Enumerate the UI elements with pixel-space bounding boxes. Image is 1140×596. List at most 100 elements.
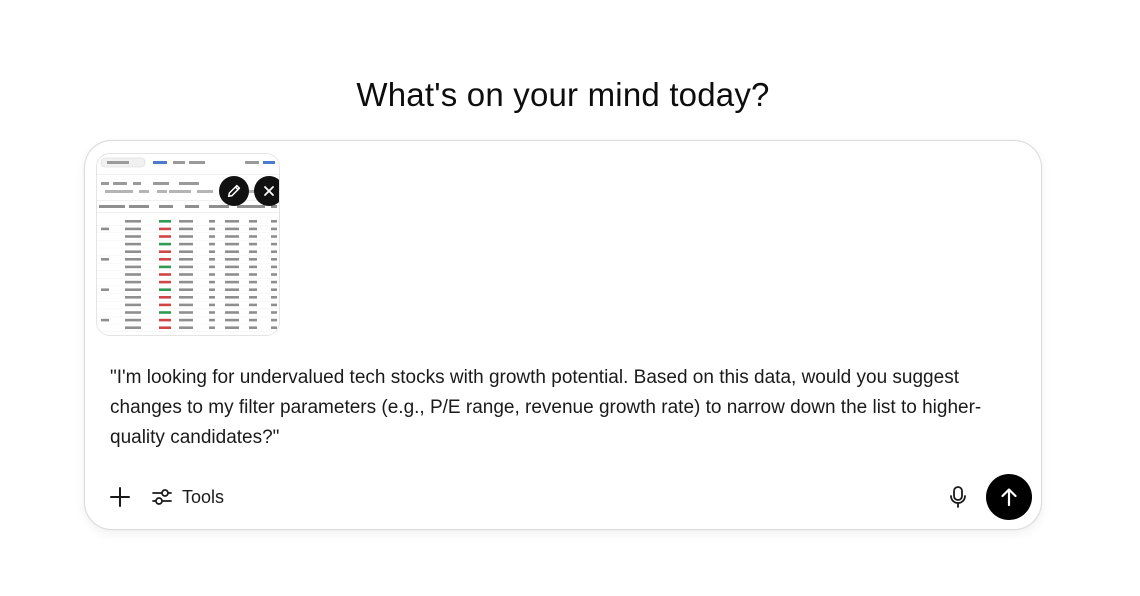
thumbnail-cell [125, 303, 141, 307]
thumbnail-cell [179, 265, 193, 269]
thumbnail-cell [249, 280, 257, 284]
thumbnail-cell [179, 235, 193, 238]
thumbnail-cell [271, 235, 277, 238]
thumbnail-cell [225, 220, 239, 223]
thumbnail-cell [159, 311, 171, 314]
thumbnail-cell [125, 227, 141, 231]
edit-attachment-button[interactable] [219, 176, 249, 206]
thumbnail-cell [271, 273, 277, 276]
thumbnail-cell [209, 303, 215, 307]
thumbnail-cell [159, 227, 171, 231]
thumbnail-cell [271, 250, 277, 253]
thumbnail-cell [209, 220, 215, 223]
thumbnail-cell [225, 296, 239, 299]
thumbnail-cell [209, 288, 215, 291]
thumbnail-cell [249, 235, 257, 238]
thumbnail-cell [179, 311, 193, 314]
thumbnail-cell [209, 273, 215, 276]
thumbnail-cell [179, 296, 193, 299]
thumbnail-cell [179, 280, 193, 284]
thumbnail-cell [101, 227, 109, 231]
page: What's on your mind today? "I'm looking … [0, 0, 1140, 596]
thumbnail-cell [249, 242, 257, 246]
thumbnail-cell [271, 265, 277, 269]
thumbnail-cell [125, 318, 141, 322]
thumbnail-cell [225, 326, 239, 329]
thumbnail-cell [179, 303, 193, 307]
thumbnail-cell [209, 265, 215, 269]
thumbnail-cell [209, 326, 215, 329]
sliders-icon [152, 489, 172, 505]
add-attachment-button[interactable] [105, 482, 135, 512]
thumbnail-cell [125, 242, 141, 246]
thumbnail-cell [125, 235, 141, 238]
thumbnail-cell [159, 303, 171, 307]
thumbnail-cell [271, 288, 277, 291]
thumbnail-cell [101, 318, 109, 322]
thumbnail-cell [125, 326, 141, 329]
thumbnail-cell [125, 258, 141, 261]
thumbnail-cell [209, 250, 215, 253]
thumbnail-cell [159, 288, 171, 291]
thumbnail-cell [271, 220, 277, 223]
arrow-up-icon [1001, 488, 1017, 507]
thumbnail-cell [125, 280, 141, 284]
thumbnail-cell [179, 250, 193, 253]
thumbnail-cell [249, 296, 257, 299]
thumbnail-cell [249, 250, 257, 253]
thumbnail-cell [225, 273, 239, 276]
thumbnail-cell [125, 250, 141, 253]
thumbnail-cell [179, 273, 193, 276]
voice-input-button[interactable] [943, 482, 973, 512]
send-button[interactable] [986, 474, 1032, 520]
thumbnail-cell [249, 318, 257, 322]
plus-icon [110, 487, 130, 507]
thumbnail-cell [249, 311, 257, 314]
prompt-composer: "I'm looking for undervalued tech stocks… [84, 140, 1042, 530]
thumbnail-cell [159, 242, 171, 246]
thumbnail-cell [125, 288, 141, 291]
prompt-input[interactable]: "I'm looking for undervalued tech stocks… [110, 363, 1020, 453]
thumbnail-cell [179, 318, 193, 322]
thumbnail-cell [249, 303, 257, 307]
thumbnail-cell [209, 311, 215, 314]
thumbnail-cell [159, 326, 171, 329]
tools-label: Tools [182, 486, 225, 507]
thumbnail-cell [159, 258, 171, 261]
thumbnail-cell [209, 258, 215, 261]
microphone-icon [950, 486, 966, 508]
thumbnail-cell [225, 227, 239, 231]
thumbnail-cell [179, 220, 193, 223]
thumbnail-cell [225, 242, 239, 246]
thumbnail-cell [101, 258, 109, 261]
thumbnail-cell [271, 318, 277, 322]
thumbnail-cell [125, 273, 141, 276]
thumbnail-cell [249, 220, 257, 223]
thumbnail-cell [125, 296, 141, 299]
thumbnail-cell [125, 311, 141, 314]
thumbnail-cell [271, 326, 277, 329]
thumbnail-cell [209, 280, 215, 284]
pencil-icon [227, 184, 241, 198]
thumbnail-cell [249, 288, 257, 291]
thumbnail-cell [249, 273, 257, 276]
thumbnail-cell [225, 318, 239, 322]
thumbnail-cell [159, 280, 171, 284]
thumbnail-cell [225, 235, 239, 238]
remove-attachment-button[interactable] [254, 176, 279, 206]
thumbnail-cell [249, 326, 257, 329]
page-title: What's on your mind today? [356, 76, 770, 114]
thumbnail-cell [209, 296, 215, 299]
thumbnail-cell [225, 258, 239, 261]
thumbnail-cell [125, 265, 141, 269]
thumbnail-cell [101, 288, 109, 291]
thumbnail-cell [271, 280, 277, 284]
image-attachment-thumbnail[interactable] [96, 153, 280, 336]
tools-button[interactable]: Tools [151, 480, 224, 514]
thumbnail-cell [271, 258, 277, 261]
thumbnail-cell [179, 258, 193, 261]
thumbnail-cell [159, 296, 171, 299]
thumbnail-cell [209, 242, 215, 246]
thumbnail-cell [225, 250, 239, 253]
thumbnail-cell [271, 227, 277, 231]
